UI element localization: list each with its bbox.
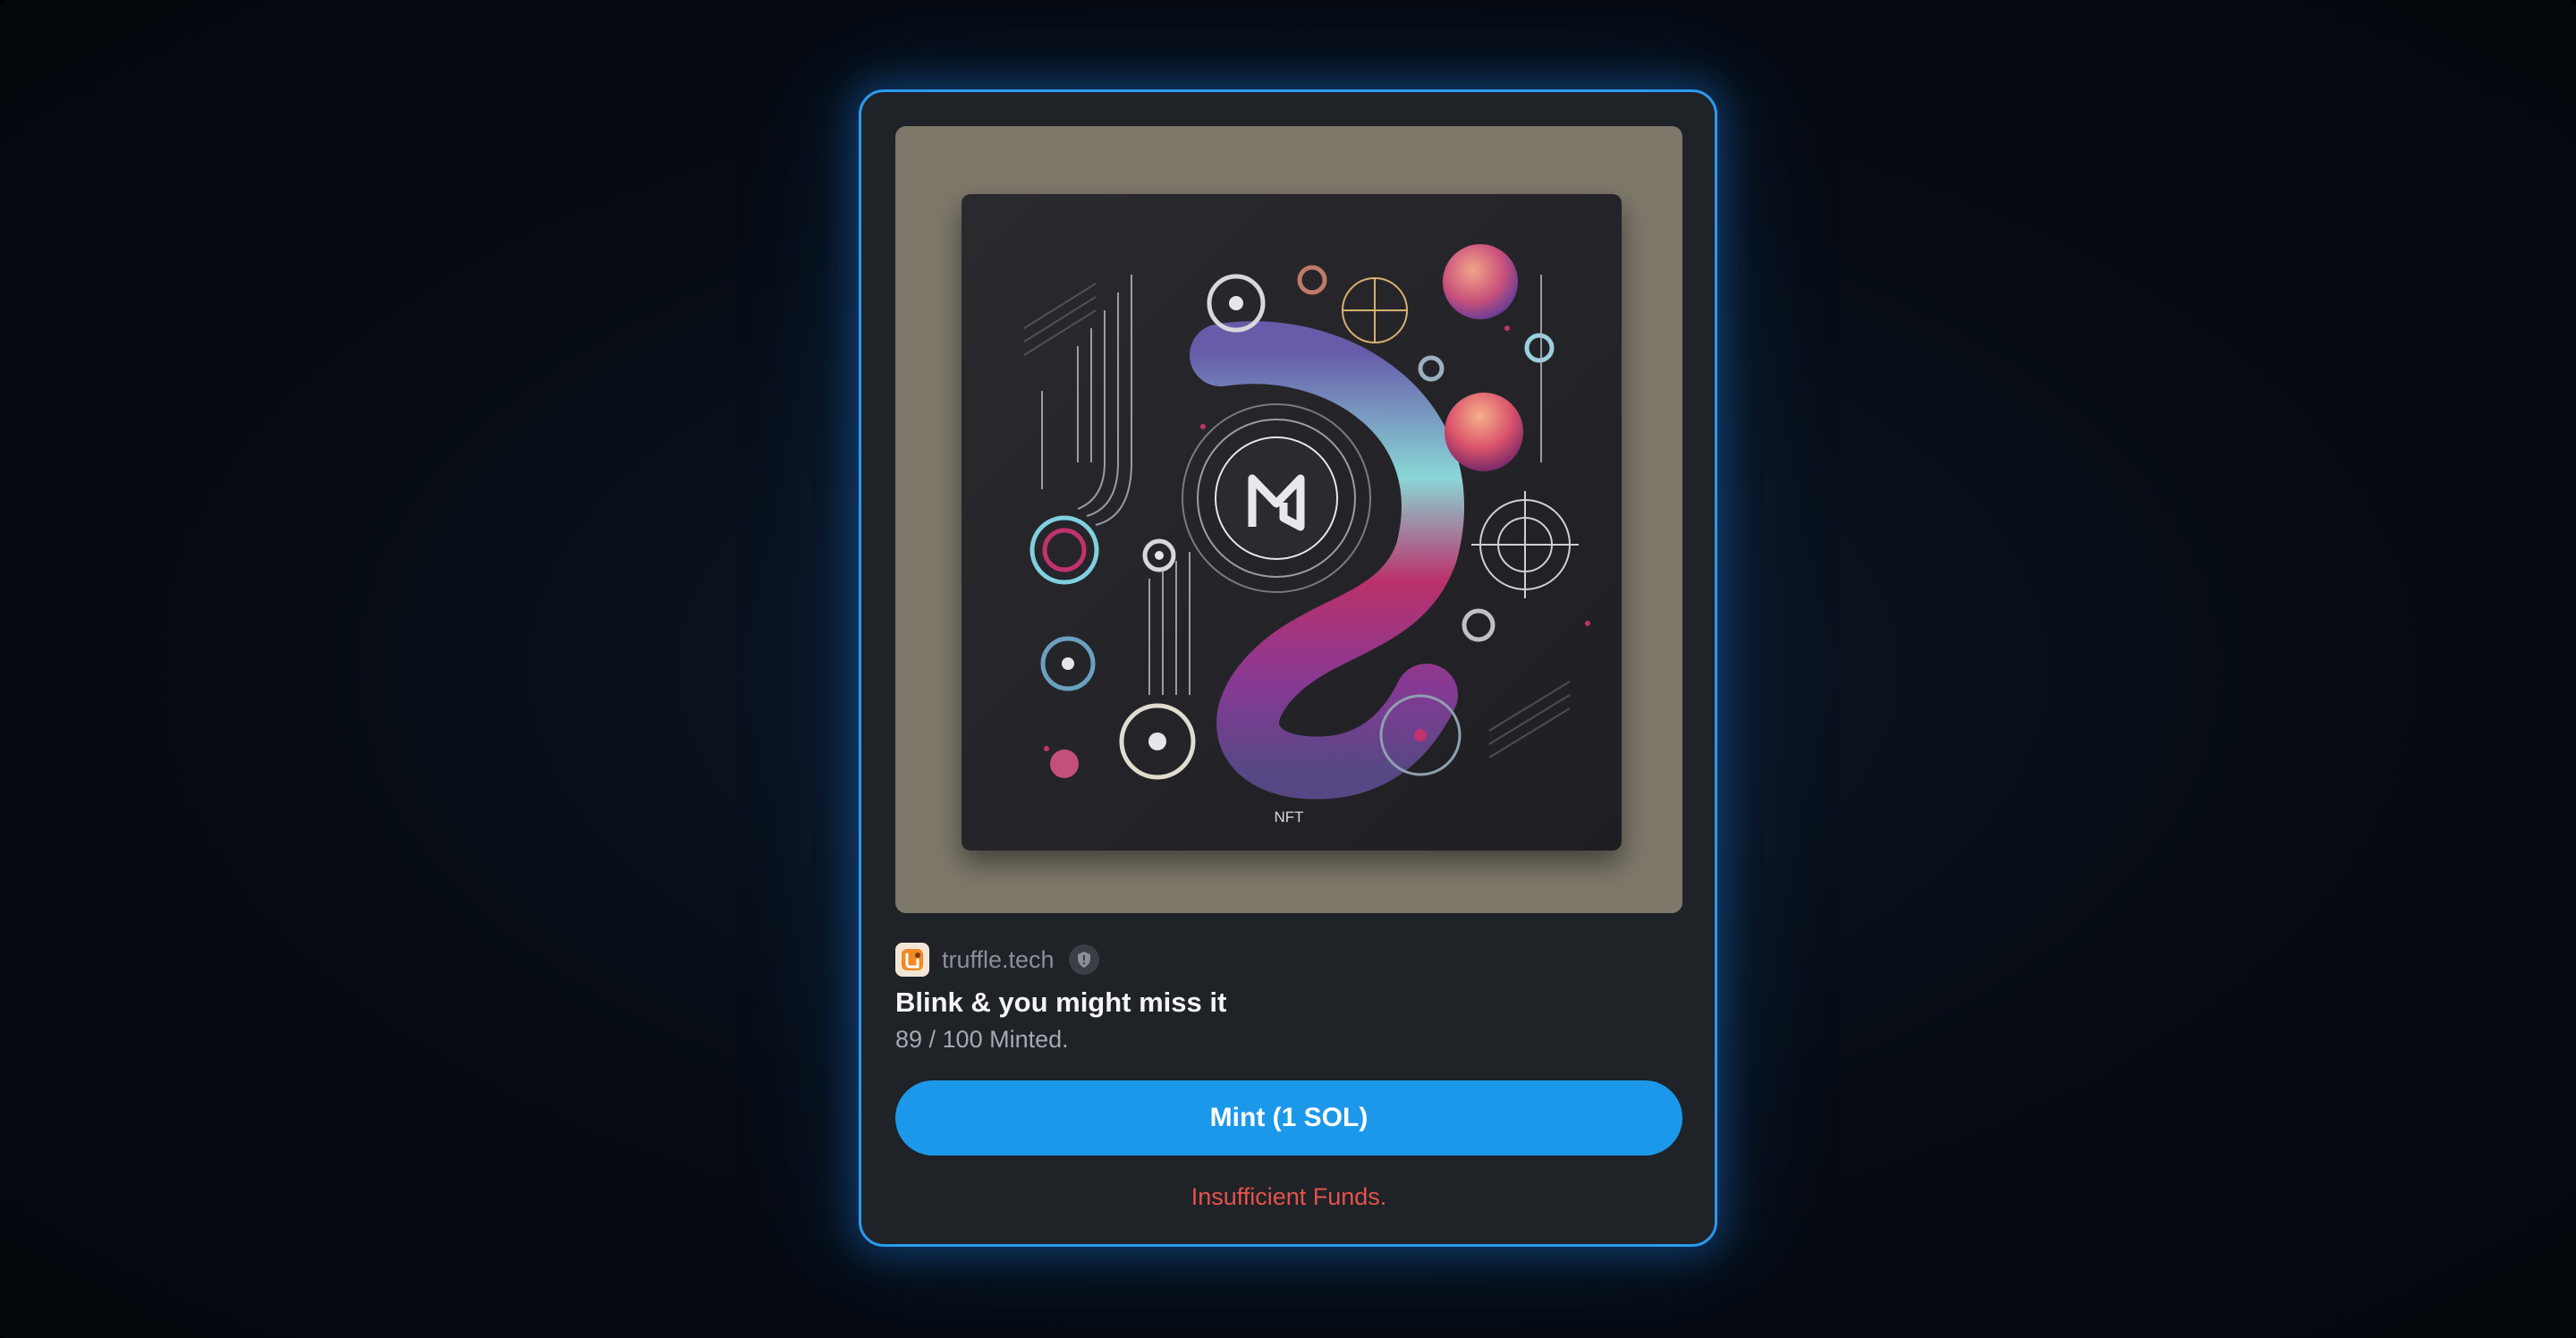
blink-action-card: NFT truffle.tech Blink & you might miss … [859, 89, 1717, 1247]
page-background: NFT truffle.tech Blink & you might miss … [0, 0, 2576, 1338]
nft-artwork-svg: NFT [962, 194, 1622, 851]
mint-progress-text: 89 / 100 Minted. [895, 1026, 1069, 1053]
source-domain-link[interactable]: truffle.tech [942, 946, 1055, 974]
truffle-logo-glyph [902, 949, 923, 970]
error-message: Insufficient Funds. [1191, 1183, 1387, 1210]
action-title: Blink & you might miss it [895, 987, 1227, 1018]
nft-image-frame: NFT [895, 126, 1682, 913]
shield-icon[interactable] [1068, 944, 1099, 975]
truffle-logo-icon [895, 943, 929, 977]
nft-artwork-image: NFT [962, 194, 1622, 851]
action-source-row: truffle.tech [895, 942, 1099, 978]
nft-caption: NFT [1274, 809, 1303, 826]
shield-glyph [1077, 952, 1090, 968]
mint-button[interactable]: Mint (1 SOL) [895, 1080, 1682, 1156]
